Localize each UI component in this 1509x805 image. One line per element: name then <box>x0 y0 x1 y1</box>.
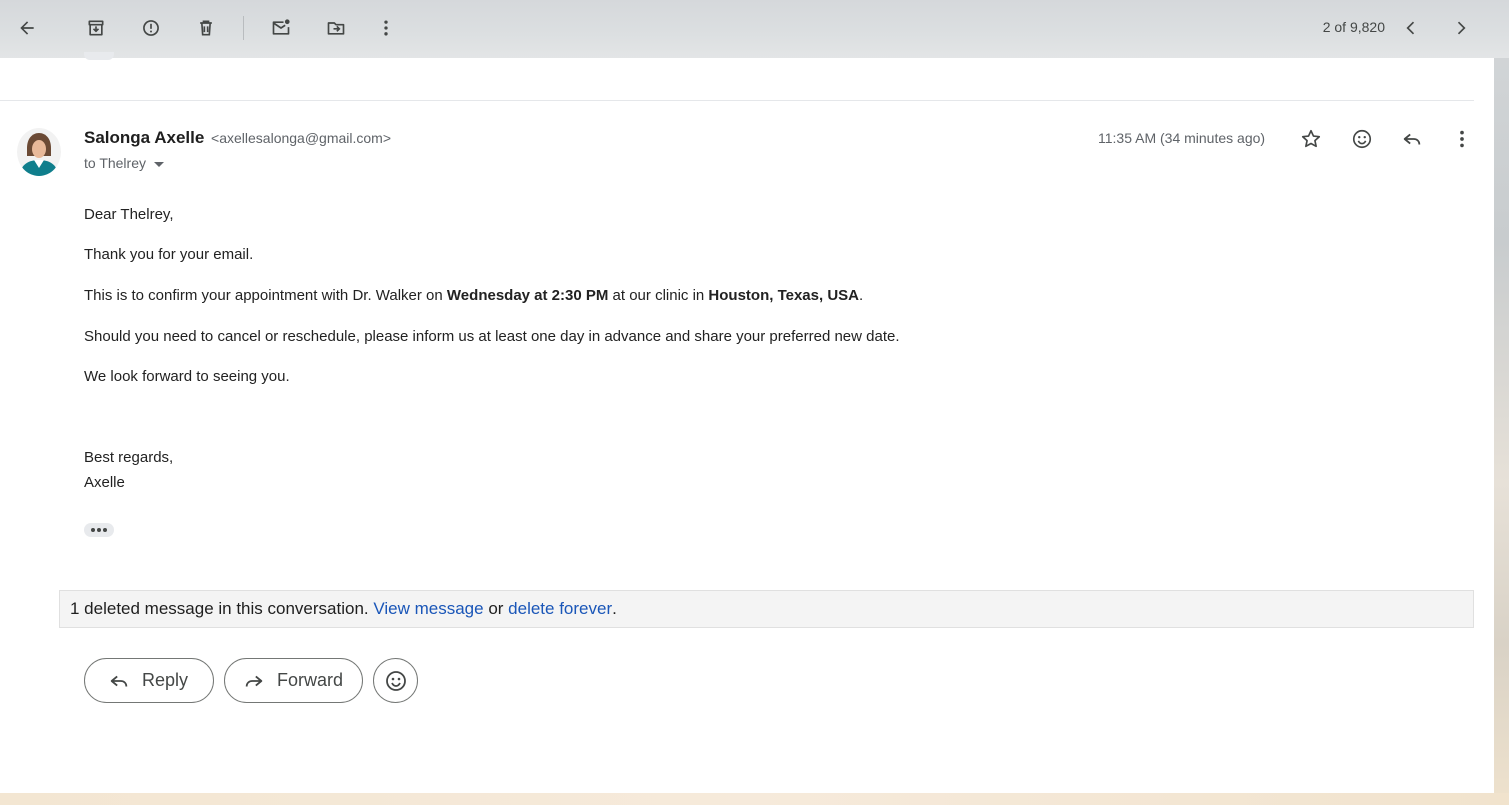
dot-icon <box>97 528 101 532</box>
dot-icon <box>103 528 107 532</box>
body-line-2-text: This is to confirm your appointment with… <box>84 287 447 304</box>
recipient-label: to Thelrey <box>84 155 146 171</box>
message-timestamp: 11:35 AM (34 minutes ago) <box>1098 130 1266 146</box>
body-line-2-text: at our clinic in <box>608 287 709 304</box>
toolbar-divider <box>243 16 244 40</box>
background-wallpaper-bottom <box>0 793 1509 805</box>
delete-forever-link[interactable]: delete forever <box>508 599 612 619</box>
archive-icon[interactable] <box>78 10 114 46</box>
mark-unread-icon[interactable] <box>263 10 299 46</box>
sender: Salonga Axelle <axellesalonga@gmail.com> <box>84 128 391 148</box>
recipient-details-caret-icon[interactable] <box>154 161 164 167</box>
clinic-location: Houston, Texas, USA <box>708 287 860 304</box>
sender-email: <axellesalonga@gmail.com> <box>211 130 392 146</box>
avatar[interactable] <box>17 128 61 176</box>
reply-button-label: Reply <box>142 670 189 690</box>
appointment-time: Wednesday at 2:30 PM <box>446 287 609 304</box>
emoji-icon[interactable] <box>1344 121 1380 157</box>
background-wallpaper-edge <box>1494 0 1509 805</box>
body-line-1: Thank you for your email. <box>84 246 254 263</box>
trash-icon[interactable] <box>188 10 224 46</box>
reply-icon[interactable] <box>1394 121 1430 157</box>
view-message-link[interactable]: View message <box>373 599 483 619</box>
deleted-notice-text: 1 deleted message in this conversation. <box>70 599 374 618</box>
deleted-message-notice: 1 deleted message in this conversation. … <box>59 590 1474 628</box>
forward-icon <box>245 675 263 687</box>
deleted-notice-text: . <box>612 599 617 618</box>
sender-name[interactable]: Salonga Axelle <box>84 128 204 147</box>
star-icon[interactable] <box>1293 121 1329 157</box>
more-vert-icon[interactable] <box>1444 121 1480 157</box>
body-signature: Axelle <box>84 474 125 491</box>
collapsed-messages-indicator[interactable] <box>84 52 114 60</box>
body-signoff: Best regards, <box>84 449 174 466</box>
body-line-4: We look forward to seeing you. <box>84 368 290 385</box>
reply-button[interactable]: Reply <box>84 658 214 703</box>
forward-button[interactable]: Forward <box>224 658 363 703</box>
emoji-reaction-button[interactable] <box>373 658 418 703</box>
back-arrow-icon[interactable] <box>9 10 45 46</box>
show-trimmed-content-button[interactable] <box>84 523 114 537</box>
message-toolbar: 2 of 9,820 <box>0 0 1509 58</box>
forward-button-label: Forward <box>277 670 344 690</box>
body-line-3: Should you need to cancel or reschedule,… <box>84 328 900 345</box>
body-greeting: Dear Thelrey, <box>84 206 174 223</box>
emoji-icon <box>385 670 406 691</box>
chevron-left-icon[interactable] <box>1393 10 1429 46</box>
body-line-2-text: . <box>859 287 864 304</box>
chevron-right-icon[interactable] <box>1443 10 1479 46</box>
dot-icon <box>91 528 95 532</box>
move-to-icon[interactable] <box>318 10 354 46</box>
reply-icon <box>110 675 128 687</box>
deleted-notice-text: or <box>483 599 509 618</box>
more-vert-icon[interactable] <box>368 10 404 46</box>
pager-count: 2 of 9,820 <box>1322 19 1385 35</box>
report-spam-icon[interactable] <box>133 10 169 46</box>
body-line-2: This is to confirm your appointment with… <box>84 287 863 304</box>
recipient-line: to Thelrey <box>84 155 164 171</box>
thread-divider <box>0 100 1474 101</box>
